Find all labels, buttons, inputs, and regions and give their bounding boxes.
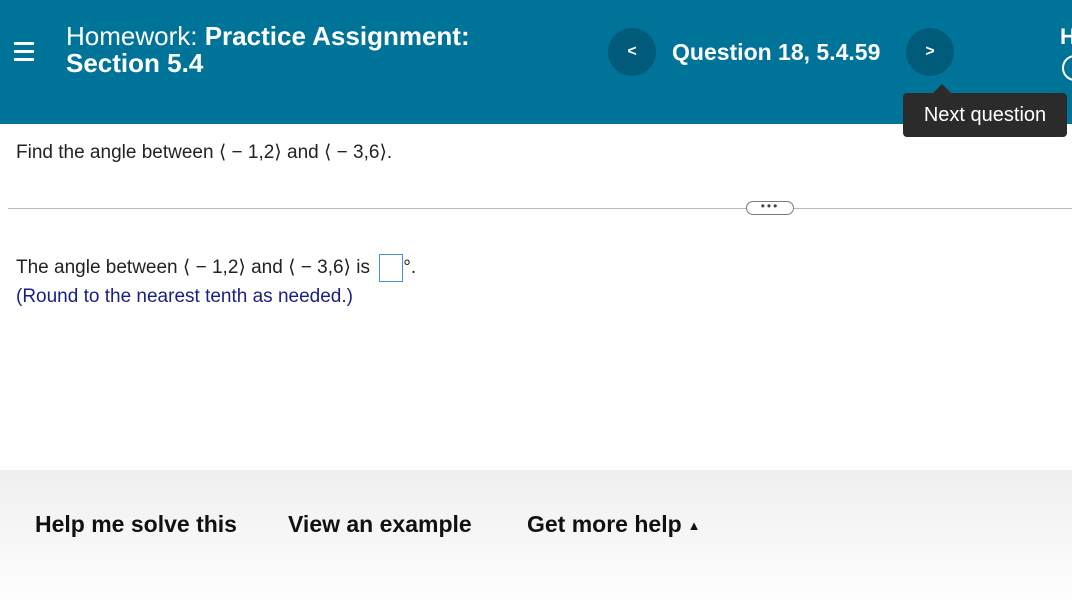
answer-sentence: The angle between ⟨ − 1,2⟩ and ⟨ − 3,6⟩ … bbox=[16, 254, 416, 282]
view-example-button[interactable]: View an example bbox=[288, 510, 472, 538]
next-question-button[interactable]: > bbox=[906, 28, 954, 76]
get-more-help-button[interactable]: Get more help ▲ bbox=[527, 510, 701, 540]
answer-vector-2: ⟨ − 3,6⟩ bbox=[288, 257, 351, 279]
degree-symbol: ° bbox=[403, 257, 411, 278]
answer-vector-1: ⟨ − 1,2⟩ bbox=[182, 257, 246, 279]
title-prefix: Homework: bbox=[66, 21, 198, 51]
title-line2: Section 5.4 bbox=[66, 48, 204, 78]
caret-up-icon: ▲ bbox=[687, 517, 701, 533]
rounding-hint: (Round to the nearest tenth as needed.) bbox=[16, 286, 353, 307]
question-label: Question 18, 5.4.59 bbox=[672, 39, 881, 65]
answer-prefix: The angle between bbox=[16, 257, 183, 279]
problem-statement: Find the angle between ⟨ − 1,2⟩ and ⟨ − … bbox=[16, 140, 392, 166]
assignment-title: Homework: Practice Assignment: Section 5… bbox=[66, 23, 470, 77]
problem-suffix: . bbox=[386, 142, 393, 163]
problem-prefix: Find the angle between bbox=[16, 142, 219, 163]
right-edge-clipped-text: H bbox=[1060, 24, 1072, 49]
section-divider bbox=[8, 208, 1072, 209]
chevron-left-icon: < bbox=[627, 43, 637, 60]
problem-vector-1: ⟨ − 1,2⟩ bbox=[218, 142, 282, 163]
answer-is: is bbox=[350, 257, 376, 279]
help-footer bbox=[0, 470, 1072, 611]
clipped-circle-icon[interactable] bbox=[1062, 55, 1072, 81]
answer-period: . bbox=[410, 257, 417, 279]
help-me-solve-button[interactable]: Help me solve this bbox=[35, 510, 237, 538]
angle-answer-input[interactable] bbox=[379, 254, 404, 282]
expand-more-button[interactable]: ••• bbox=[746, 200, 794, 215]
title-bold: Practice Assignment: bbox=[204, 21, 470, 51]
chevron-right-icon: > bbox=[925, 43, 935, 60]
get-more-help-label: Get more help bbox=[527, 511, 682, 537]
next-question-tooltip: Next question bbox=[903, 93, 1067, 137]
previous-question-button[interactable]: < bbox=[608, 28, 656, 76]
hamburger-menu-icon[interactable] bbox=[12, 40, 36, 64]
answer-joiner: and bbox=[245, 257, 289, 279]
problem-joiner: and bbox=[281, 142, 324, 163]
problem-vector-2: ⟨ − 3,6⟩ bbox=[323, 142, 387, 163]
